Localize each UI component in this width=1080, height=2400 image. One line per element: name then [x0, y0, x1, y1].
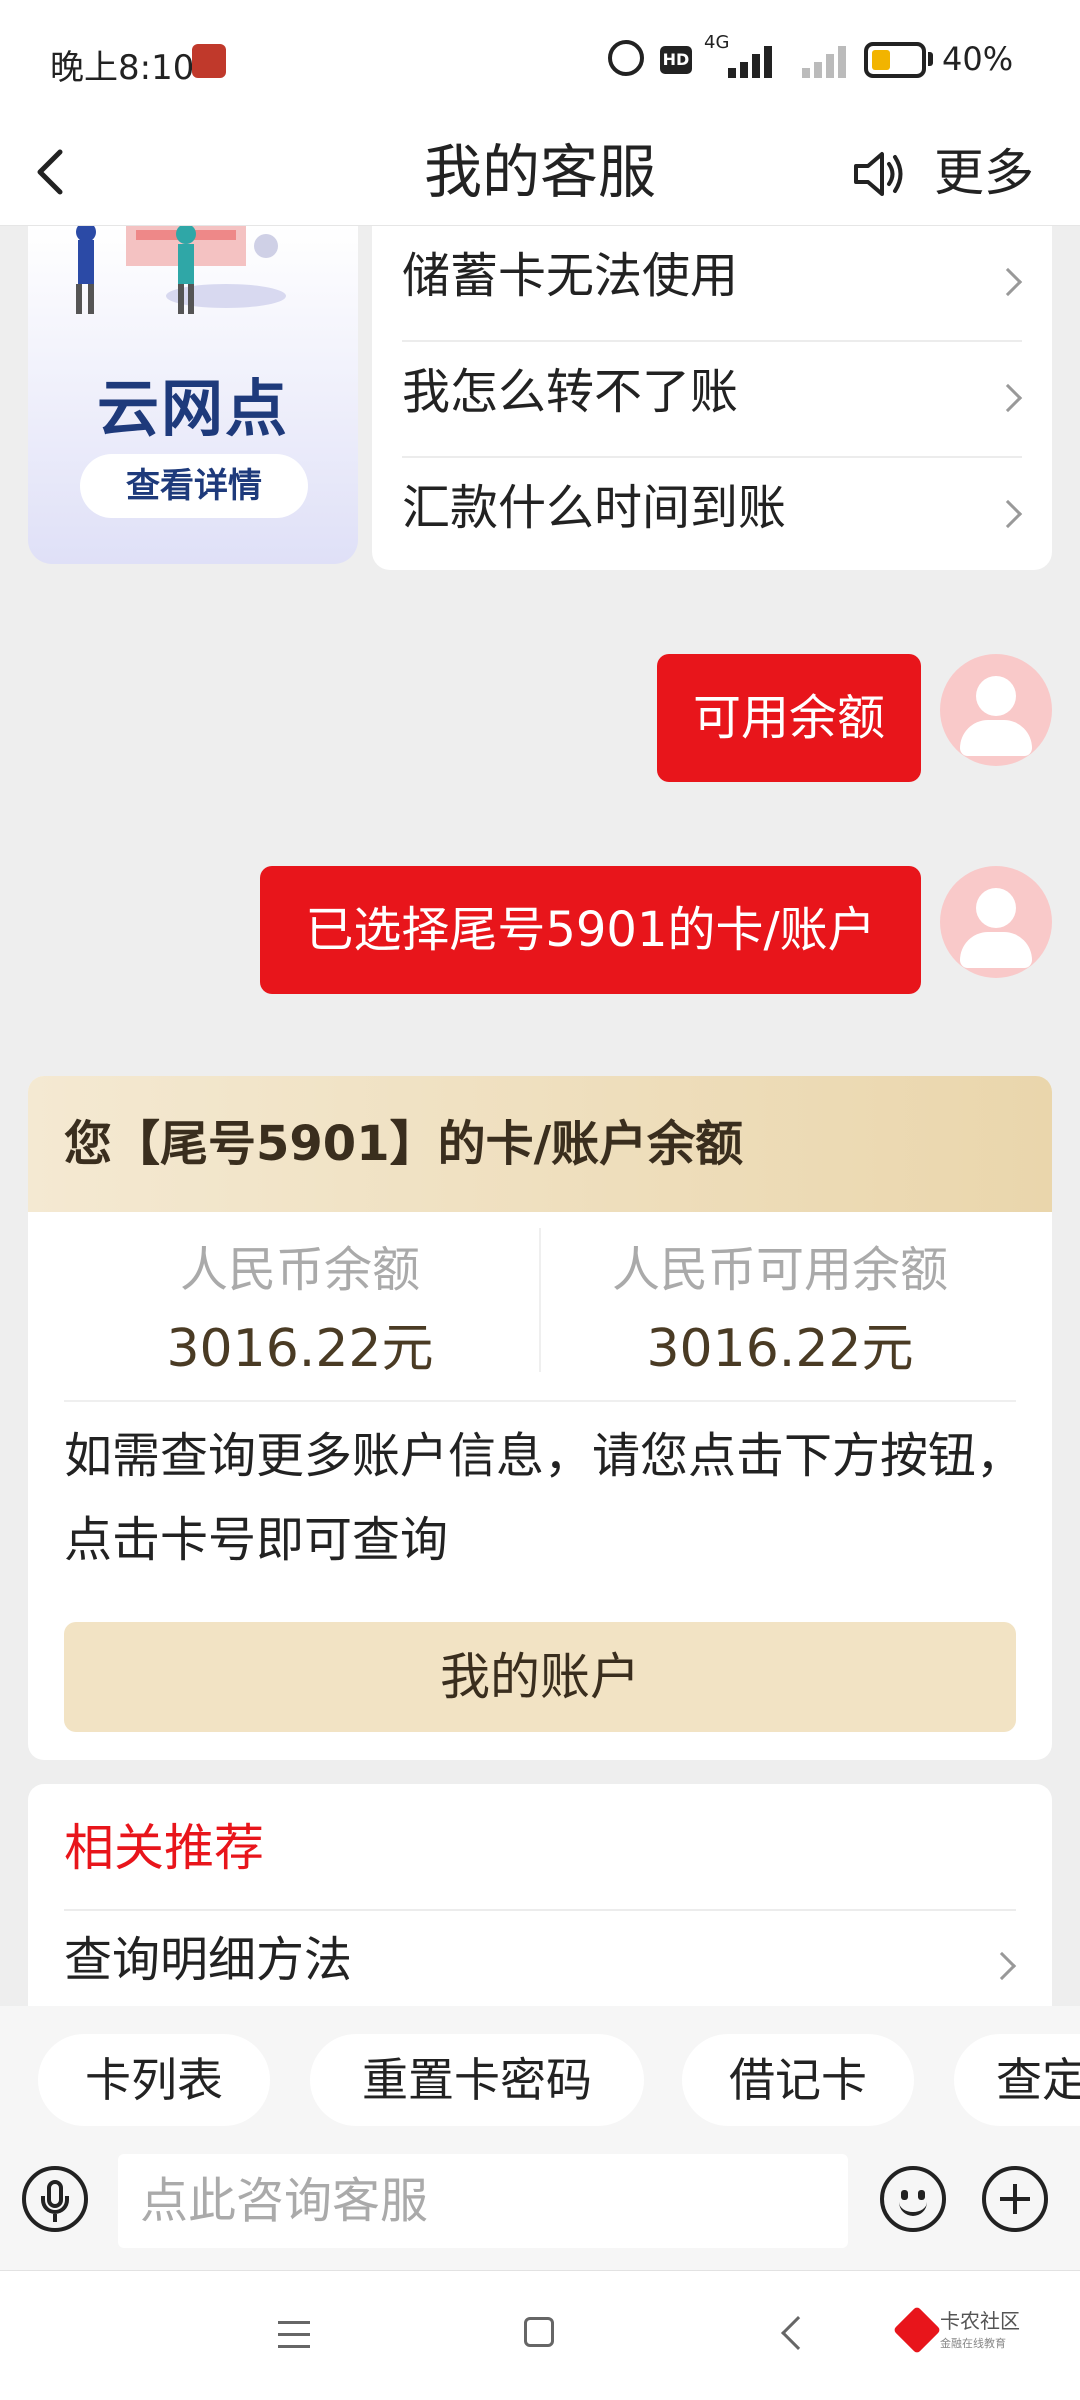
balance-card: 您【尾号5901】的卡/账户余额 人民币余额 3016.22元 人民币可用余额 …: [28, 1076, 1052, 1760]
microphone-icon[interactable]: [22, 2166, 88, 2232]
faq-item-label: 储蓄卡无法使用: [402, 248, 739, 304]
rmb-available-value: 3016.22元: [646, 1319, 914, 1379]
notification-app-icon: [192, 44, 226, 78]
promo-illustration: [76, 226, 286, 314]
faq-item[interactable]: 汇款什么时间到账: [402, 458, 1023, 574]
my-account-button[interactable]: 我的账户: [64, 1622, 1016, 1732]
chevron-right-icon: [987, 1951, 1017, 1981]
faq-item-label: 汇款什么时间到账: [402, 480, 787, 536]
watermark-name: 卡农社区: [940, 2309, 1020, 2333]
recommend-item[interactable]: 查询明细方法: [64, 1916, 1017, 2014]
faq-item-label: 我怎么转不了账: [402, 364, 739, 420]
speaker-icon[interactable]: [848, 144, 908, 204]
chat-input-placeholder: 点此咨询客服: [140, 2173, 429, 2229]
faq-card: 储蓄卡无法使用 我怎么转不了账 汇款什么时间到账: [372, 226, 1052, 570]
status-icons: HD 4G 40%: [460, 32, 1080, 82]
chevron-right-icon: [993, 267, 1023, 297]
quick-reply-chips: 卡列表 重置卡密码 借记卡 查定: [0, 2034, 1080, 2134]
watermark-logo-icon: [892, 2305, 942, 2355]
quick-chip[interactable]: 查定: [954, 2034, 1080, 2126]
rmb-available-label: 人民币可用余额: [611, 1242, 948, 1298]
faq-item[interactable]: 储蓄卡无法使用: [402, 226, 1023, 342]
plus-icon[interactable]: [982, 2166, 1048, 2232]
menu-icon[interactable]: [278, 2321, 310, 2349]
chevron-right-icon: [993, 383, 1023, 413]
user-message: 已选择尾号5901的卡/账户: [260, 866, 921, 994]
watermark: 卡农社区 金融在线教育: [892, 2305, 1066, 2365]
page-title: 我的客服: [423, 138, 656, 206]
app-header: 我的客服 更多: [0, 120, 1080, 226]
chevron-right-icon: [993, 499, 1023, 529]
rmb-balance-label: 人民币余额: [179, 1242, 420, 1298]
balance-note: 如需查询更多账户信息，请您点击下方按钮，点击卡号即可查询: [64, 1428, 1025, 1568]
status-time: 晚上8:10: [50, 48, 195, 88]
battery-percent: 40%: [942, 40, 1014, 78]
alarm-icon: [608, 40, 644, 76]
emoji-icon[interactable]: [880, 2166, 946, 2232]
chat-input[interactable]: 点此咨询客服: [118, 2154, 848, 2248]
rmb-balance: 人民币余额 3016.22元: [60, 1238, 540, 1386]
faq-item[interactable]: 我怎么转不了账: [402, 342, 1023, 458]
back-nav-icon[interactable]: [781, 2316, 815, 2350]
signal-icon: [720, 44, 774, 78]
rmb-balance-value: 3016.22元: [166, 1319, 434, 1379]
divider: [64, 1909, 1016, 1911]
quick-chip[interactable]: 重置卡密码: [310, 2034, 644, 2126]
recommend-card: 相关推荐 查询明细方法: [28, 1784, 1052, 2014]
system-nav-bar: 卡农社区 金融在线教育: [0, 2270, 1080, 2400]
recommend-item-label: 查询明细方法: [64, 1932, 353, 1988]
promo-details-button[interactable]: 查看详情: [80, 454, 308, 518]
cloud-branch-promo[interactable]: 云网点 查看详情: [28, 226, 358, 564]
watermark-subtitle: 金融在线教育: [940, 2337, 1006, 2350]
balance-card-header: 您【尾号5901】的卡/账户余额: [28, 1076, 1052, 1212]
home-icon[interactable]: [524, 2317, 554, 2347]
rmb-available: 人民币可用余额 3016.22元: [540, 1238, 1020, 1386]
quick-chip[interactable]: 卡列表: [38, 2034, 270, 2126]
user-message: 可用余额: [657, 654, 921, 782]
quick-chip[interactable]: 借记卡: [682, 2034, 914, 2126]
status-bar: 晚上8:10 HD 4G 40%: [0, 0, 1080, 120]
divider: [64, 1400, 1016, 1402]
signal-secondary-icon: [794, 44, 848, 78]
battery-icon: [864, 42, 926, 78]
hd-badge: HD: [660, 46, 692, 74]
input-panel: 卡列表 重置卡密码 借记卡 查定 点此咨询客服: [0, 2006, 1080, 2270]
recommend-title: 相关推荐: [64, 1819, 264, 1877]
user-avatar: [940, 866, 1052, 978]
user-avatar: [940, 654, 1052, 766]
balance-card-title: 您【尾号5901】的卡/账户余额: [64, 1116, 744, 1172]
promo-title: 云网点: [96, 372, 289, 445]
more-button[interactable]: 更多: [934, 140, 1034, 206]
